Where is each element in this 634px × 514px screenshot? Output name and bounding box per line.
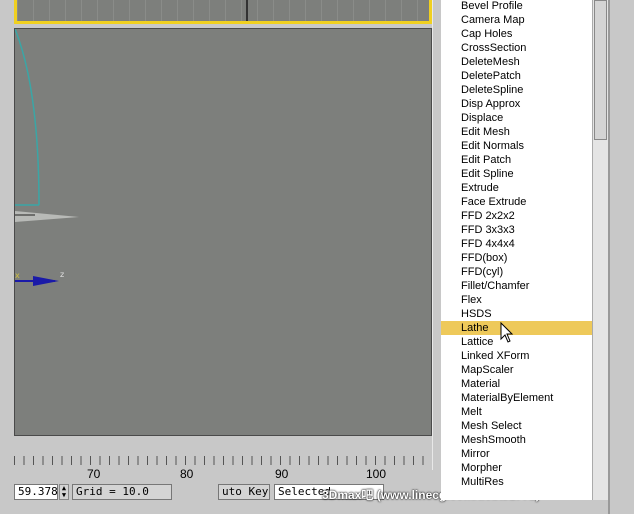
modifier-list-item[interactable]: Edit Patch <box>441 153 592 167</box>
ruler-label: 70 <box>87 467 101 481</box>
modifier-list-item[interactable]: Material <box>441 377 592 391</box>
modifier-list-item[interactable]: Flex <box>441 293 592 307</box>
modifier-list-item[interactable]: Mesh Select <box>441 419 592 433</box>
home-grid-axis <box>246 0 248 21</box>
modifier-list-item[interactable]: MultiRes <box>441 475 592 489</box>
ruler-label: 80 <box>180 467 194 481</box>
modifier-list[interactable]: Bevel Profile Camera Map Cap Holes CrossSec… <box>441 0 592 500</box>
modifier-list-item[interactable]: FFD(cyl) <box>441 265 592 279</box>
panel-separator <box>432 0 441 470</box>
modifier-list-item[interactable]: Melt <box>441 405 592 419</box>
modifier-list-scrollbar[interactable] <box>592 0 608 500</box>
lathe-profile-spline[interactable] <box>15 29 40 206</box>
grid-readout: Grid = 10.0 <box>72 484 172 500</box>
perspective-viewport[interactable]: x z <box>14 28 432 436</box>
modifier-list-item[interactable]: Lattice <box>441 335 592 349</box>
modifier-list-item[interactable]: Disp Approx <box>441 97 592 111</box>
ruler-label: 100 <box>366 467 387 481</box>
modifier-list-item[interactable]: Fillet/Chamfer <box>441 279 592 293</box>
modifier-list-item[interactable]: HSDS <box>441 307 592 321</box>
auto-key-button[interactable]: uto Key <box>218 484 270 500</box>
top-viewport[interactable] <box>14 0 432 24</box>
modifier-list-item[interactable]: FFD(box) <box>441 251 592 265</box>
axis-x-label: x <box>15 271 20 280</box>
modifier-list-item[interactable]: DeleteSpline <box>441 83 592 97</box>
modifier-list-item[interactable]: Cap Holes <box>441 27 592 41</box>
modifier-list-item[interactable]: DeletePatch <box>441 69 592 83</box>
coordinate-field[interactable]: 59.378 <box>14 484 58 500</box>
modifier-list-item[interactable]: Edit Mesh <box>441 125 592 139</box>
modifier-list-item[interactable]: Lathe <box>441 321 592 335</box>
modifier-list-item[interactable]: FFD 2x2x2 <box>441 209 592 223</box>
panel-edge-line <box>608 0 610 514</box>
modifier-list-item[interactable]: CrossSection <box>441 41 592 55</box>
scrollbar-thumb[interactable] <box>594 0 607 140</box>
time-ruler[interactable]: 70 80 90 100 <box>14 450 432 482</box>
modifier-list-item[interactable]: Bevel Profile <box>441 0 592 13</box>
z-axis-arrow-icon <box>33 276 59 286</box>
viewport-grid <box>17 0 429 21</box>
mouse-pointer-icon <box>500 322 514 343</box>
modifier-list-item[interactable]: Face Extrude <box>441 195 592 209</box>
modifier-list-item[interactable]: Displace <box>441 111 592 125</box>
ground-shadow-shape <box>15 211 79 222</box>
axis-z-label: z <box>60 270 64 279</box>
modifier-list-item[interactable]: MeshSmooth <box>441 433 592 447</box>
ruler-ticks <box>14 456 432 465</box>
modifier-list-item[interactable]: FFD 3x3x3 <box>441 223 592 237</box>
modifier-list-item[interactable]: Edit Normals <box>441 139 592 153</box>
viewport-canvas: x z <box>15 29 79 286</box>
modifier-list-item[interactable]: MaterialByElement <box>441 391 592 405</box>
modifier-list-item[interactable]: Morpher <box>441 461 592 475</box>
modifier-list-item[interactable]: Mirror <box>441 447 592 461</box>
modifier-list-item[interactable]: DeleteMesh <box>441 55 592 69</box>
modifier-list-item[interactable]: Extrude <box>441 181 592 195</box>
modifier-list-item[interactable]: MapScaler <box>441 363 592 377</box>
ruler-label: 90 <box>275 467 289 481</box>
command-panel-edge <box>608 0 634 514</box>
3dsmax-window: x z 70 80 90 100 59.378 ▲ ▼ Grid = 10.0 u… <box>0 0 634 514</box>
modifier-list-item[interactable]: Edit Spline <box>441 167 592 181</box>
modifier-list-item[interactable]: Linked XForm <box>441 349 592 363</box>
modifier-list-item[interactable]: FFD 4x4x4 <box>441 237 592 251</box>
spinner-arrows-icon[interactable]: ▲ ▼ <box>59 484 69 500</box>
modifier-list-item[interactable]: Camera Map <box>441 13 592 27</box>
